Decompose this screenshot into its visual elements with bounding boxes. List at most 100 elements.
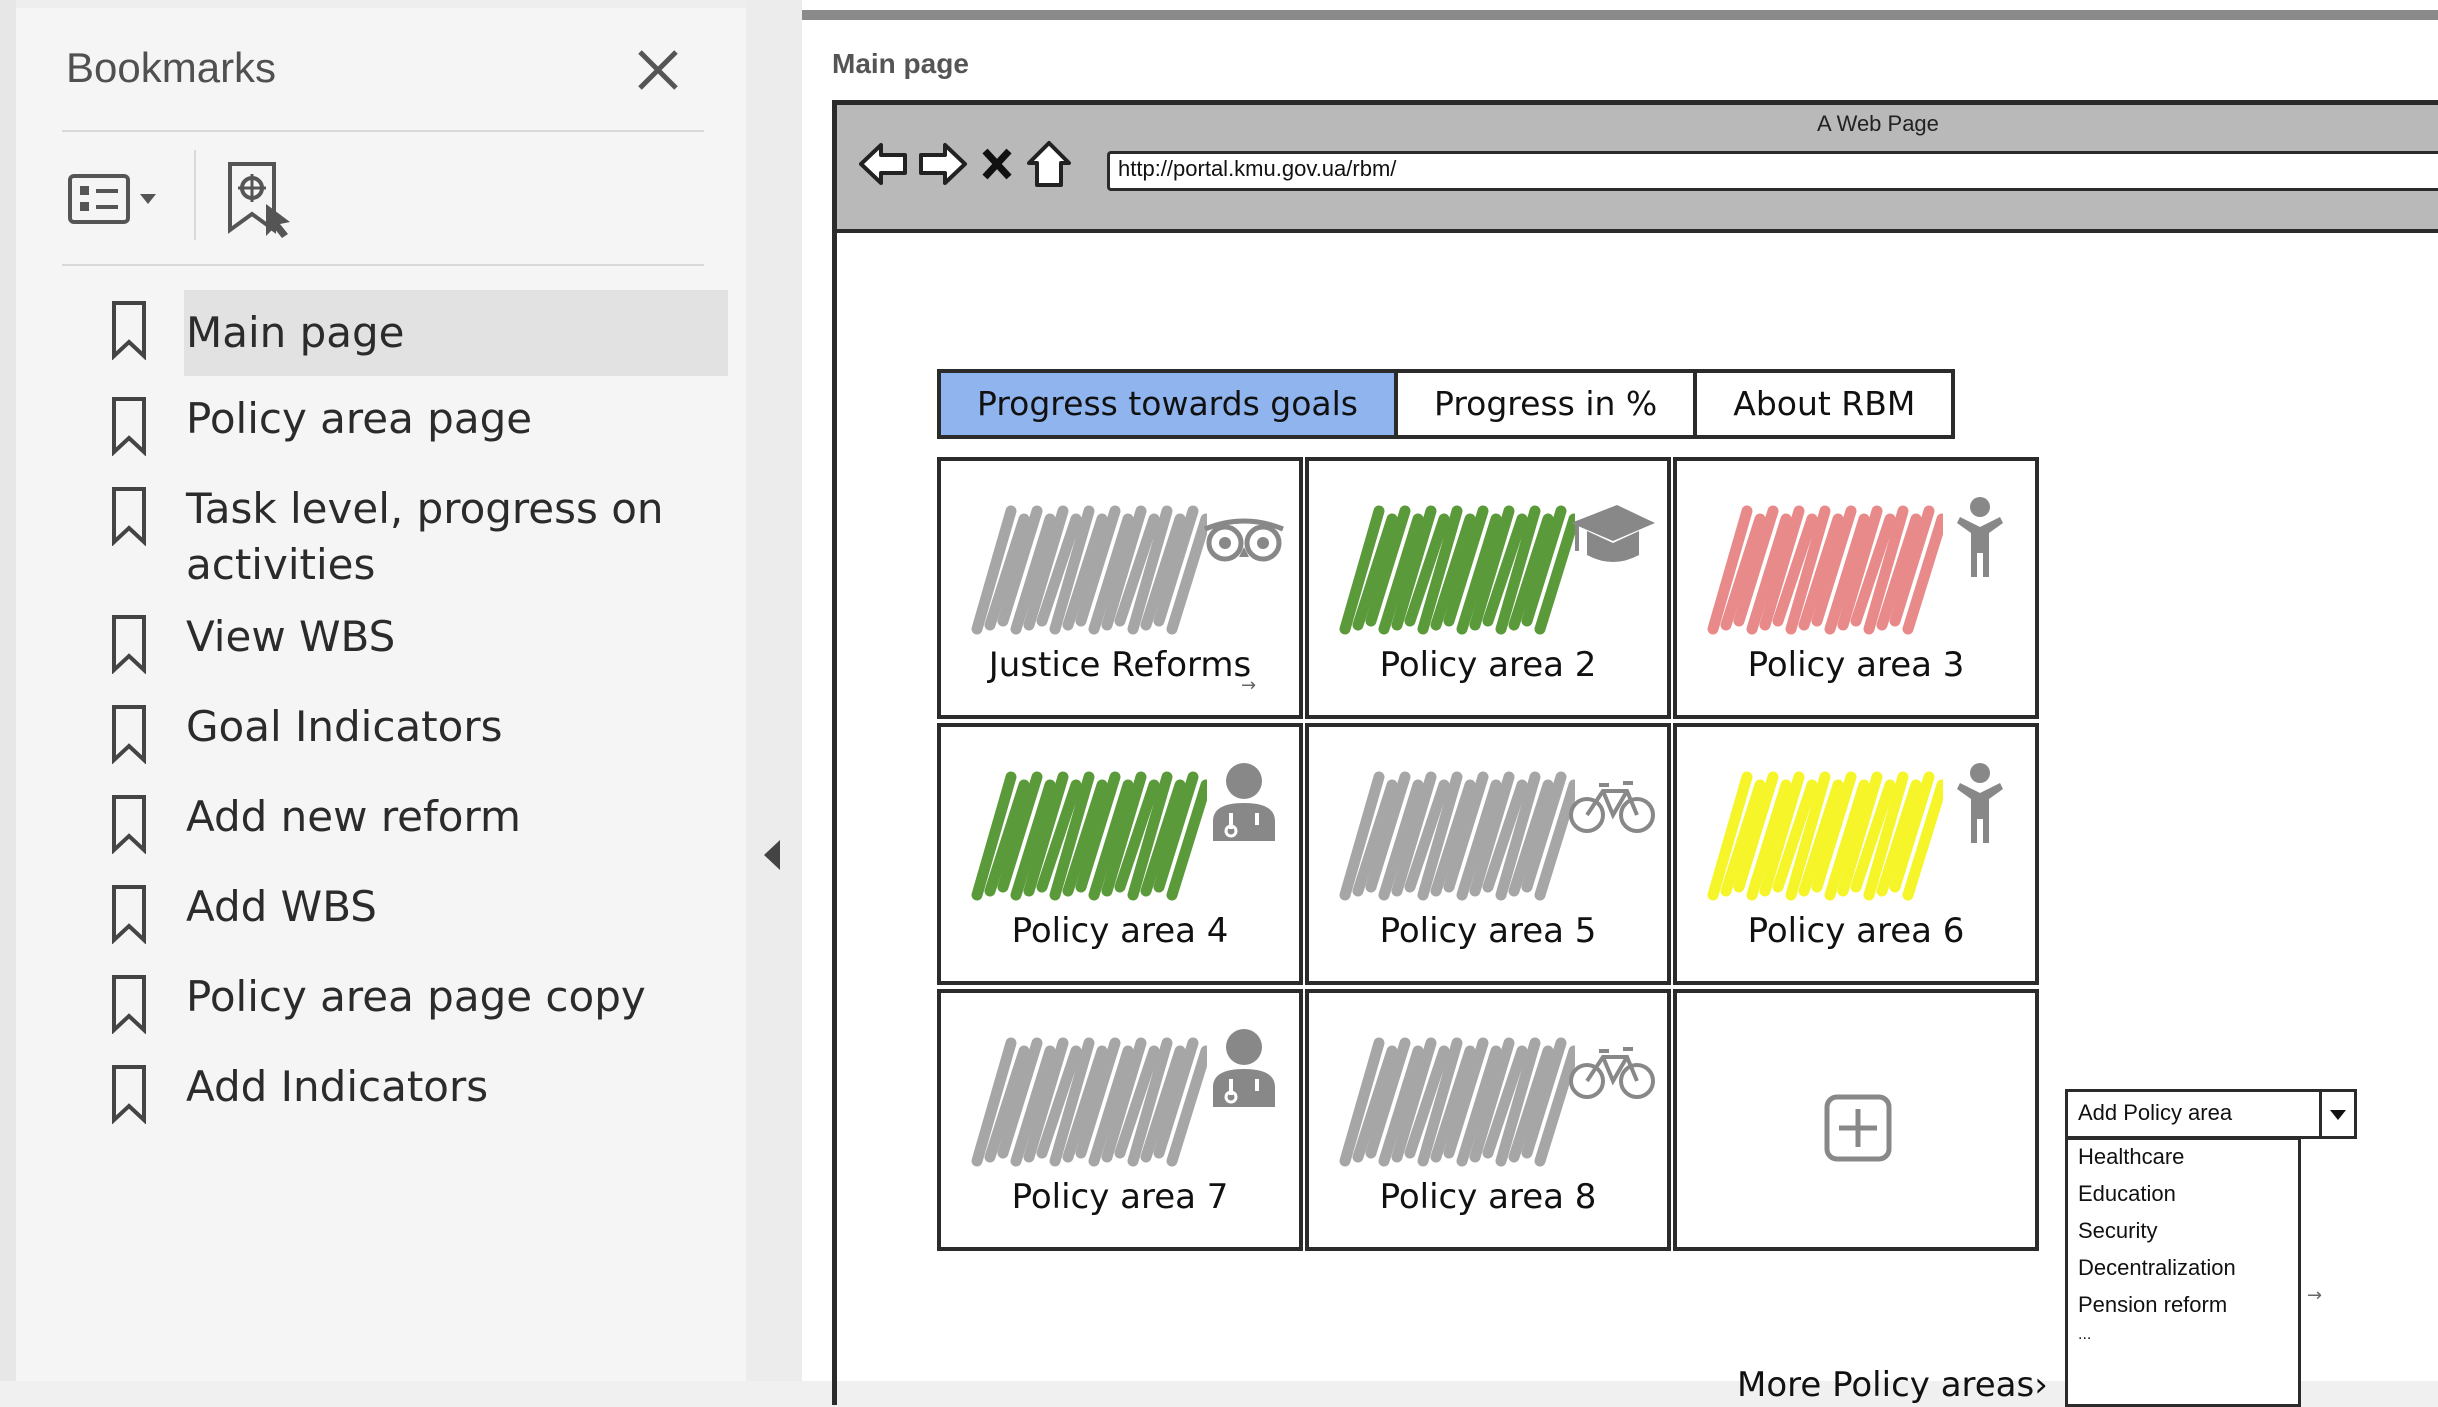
policy-tile-justice-reforms[interactable]: Justice Reforms → <box>937 457 1303 719</box>
url-text: http://portal.kmu.gov.ua/rbm/ <box>1118 156 1397 181</box>
browser-toolbar: A Web Page http://portal.kmu.gov.ua/rbm/ <box>837 105 2438 233</box>
chevron-down-icon[interactable] <box>2319 1092 2354 1136</box>
document-top-border <box>802 10 2438 20</box>
add-policy-tile[interactable] <box>1673 989 2039 1251</box>
chevron-right-icon: › <box>2034 1365 2048 1405</box>
progress-scribble <box>971 771 1207 901</box>
bookmark-add-wbs[interactable]: Add WBS <box>110 874 730 960</box>
panel-top-border <box>16 0 746 8</box>
bookmark-label-continued: activities <box>186 540 376 589</box>
scribble-stroke <box>971 771 1207 901</box>
collapse-panel-icon[interactable] <box>762 838 784 872</box>
progress-scribble <box>1339 505 1575 635</box>
bookmark-add-indicators[interactable]: Add Indicators <box>110 1054 730 1140</box>
document-view: Main page A Web Page http://portal.kmu.g… <box>802 0 2438 1407</box>
tile-label: Policy area 8 <box>1379 1177 1597 1217</box>
bicycle-icon <box>1569 1047 1655 1099</box>
bookmark-policy-area-page-copy[interactable]: Policy area page copy <box>110 964 730 1050</box>
more-link-label: More Policy areas <box>1737 1365 2035 1405</box>
plus-icon <box>1824 1094 1892 1162</box>
bookmark-label: View WBS <box>186 612 396 661</box>
option-pension-reform[interactable]: Pension reform <box>2078 1292 2227 1318</box>
policy-tile-4[interactable]: Policy area 4 <box>937 723 1303 985</box>
back-arrow-icon[interactable] <box>857 139 909 189</box>
tab-about-rbm[interactable]: About RBM <box>1697 373 1952 435</box>
link-arrow-icon: → <box>1241 675 1257 696</box>
bicycle-icon <box>1569 781 1655 833</box>
panel-edge <box>0 0 16 1381</box>
bookmark-task-level[interactable]: Task level, progress on activities <box>110 476 730 606</box>
home-icon[interactable] <box>1025 139 1073 189</box>
progress-scribble <box>971 505 1207 635</box>
bookmark-label: Main page <box>186 308 405 357</box>
person-icon <box>1957 497 2003 577</box>
policy-area-grid: Justice Reforms → Policy area 2 Policy a… <box>937 457 2045 1253</box>
tile-label: Policy area 3 <box>1747 645 1965 685</box>
tile-label: Policy area 5 <box>1379 911 1597 951</box>
scribble-stroke <box>971 505 1207 635</box>
bookmark-add-new-reform[interactable]: Add new reform <box>110 784 730 870</box>
stop-icon[interactable] <box>977 139 1017 189</box>
policy-tile-5[interactable]: Policy area 5 <box>1305 723 1671 985</box>
bookmark-label: Goal Indicators <box>186 702 503 751</box>
policy-tile-7[interactable]: Policy area 7 <box>937 989 1303 1251</box>
more-policy-areas-link[interactable]: More Policy areas› <box>1737 1365 2048 1405</box>
scribble-stroke <box>1339 1037 1575 1167</box>
person-icon <box>1957 763 2003 843</box>
bookmark-main-page[interactable]: Main page <box>110 290 730 376</box>
bookmark-label: Policy area page <box>186 394 533 443</box>
select-value: Add Policy area <box>2078 1100 2233 1125</box>
policy-tile-2[interactable]: Policy area 2 <box>1305 457 1671 719</box>
add-policy-area-select[interactable]: Add Policy area <box>2065 1089 2357 1139</box>
doctor-icon <box>1213 1029 1275 1107</box>
panel-divider <box>62 130 704 132</box>
bookmark-icon <box>112 975 146 1034</box>
bookmark-icon <box>112 795 146 854</box>
bookmark-icon <box>112 885 146 944</box>
window-title: A Web Page <box>1817 111 1939 136</box>
scribble-stroke <box>1339 771 1575 901</box>
option-education[interactable]: Education <box>2078 1181 2176 1207</box>
option-decentralization[interactable]: Decentralization <box>2078 1255 2236 1281</box>
tab-progress-towards-goals[interactable]: Progress towards goals <box>941 373 1398 435</box>
bookmark-label: Add WBS <box>186 882 377 931</box>
bookmark-icon <box>112 487 146 546</box>
policy-tile-3[interactable]: Policy area 3 <box>1673 457 2039 719</box>
forward-arrow-icon[interactable] <box>917 139 969 189</box>
policy-area-options-list: Healthcare Education Security Decentrali… <box>2065 1137 2301 1407</box>
graduation-cap-icon <box>1571 505 1655 562</box>
tab-bar: Progress towards goals Progress in % Abo… <box>937 369 1956 439</box>
progress-scribble <box>1707 505 1943 635</box>
bookmark-label: Task level, progress on <box>186 484 664 533</box>
option-security[interactable]: Security <box>2078 1218 2157 1244</box>
bookmarks-title: Bookmarks <box>66 44 277 91</box>
option-healthcare[interactable]: Healthcare <box>2078 1144 2184 1170</box>
link-arrow-icon: → <box>2307 1285 2323 1306</box>
bookmark-label: Add new reform <box>186 792 521 841</box>
tile-label: Policy area 7 <box>1011 1177 1229 1217</box>
policy-tile-6[interactable]: Policy area 6 <box>1673 723 2039 985</box>
progress-scribble <box>1339 771 1575 901</box>
tile-label: Policy area 6 <box>1747 911 1965 951</box>
progress-scribble <box>1339 1037 1575 1167</box>
doctor-icon <box>1213 763 1275 841</box>
policy-tile-8[interactable]: Policy area 8 <box>1305 989 1671 1251</box>
add-bookmark-icon[interactable] <box>222 160 296 240</box>
progress-scribble <box>971 1037 1207 1167</box>
page-caption: Main page <box>832 48 969 79</box>
panel-splitter[interactable] <box>746 0 802 1381</box>
tile-label: Policy area 2 <box>1379 645 1597 685</box>
address-bar[interactable]: http://portal.kmu.gov.ua/rbm/ <box>1107 151 2438 191</box>
scribble-stroke <box>1339 505 1575 635</box>
tab-progress-in-percent[interactable]: Progress in % <box>1398 373 1698 435</box>
option-more[interactable]: ... <box>2078 1326 2091 1344</box>
bookmark-policy-area-page[interactable]: Policy area page <box>110 386 730 472</box>
options-menu-icon[interactable] <box>66 166 170 232</box>
owl-icon <box>1204 518 1284 562</box>
toolbar-divider <box>194 150 196 240</box>
bookmark-icon <box>112 301 146 360</box>
bookmark-goal-indicators[interactable]: Goal Indicators <box>110 694 730 780</box>
close-icon[interactable] <box>630 42 686 98</box>
bookmark-view-wbs[interactable]: View WBS <box>110 604 730 690</box>
scribble-stroke <box>971 1037 1207 1167</box>
